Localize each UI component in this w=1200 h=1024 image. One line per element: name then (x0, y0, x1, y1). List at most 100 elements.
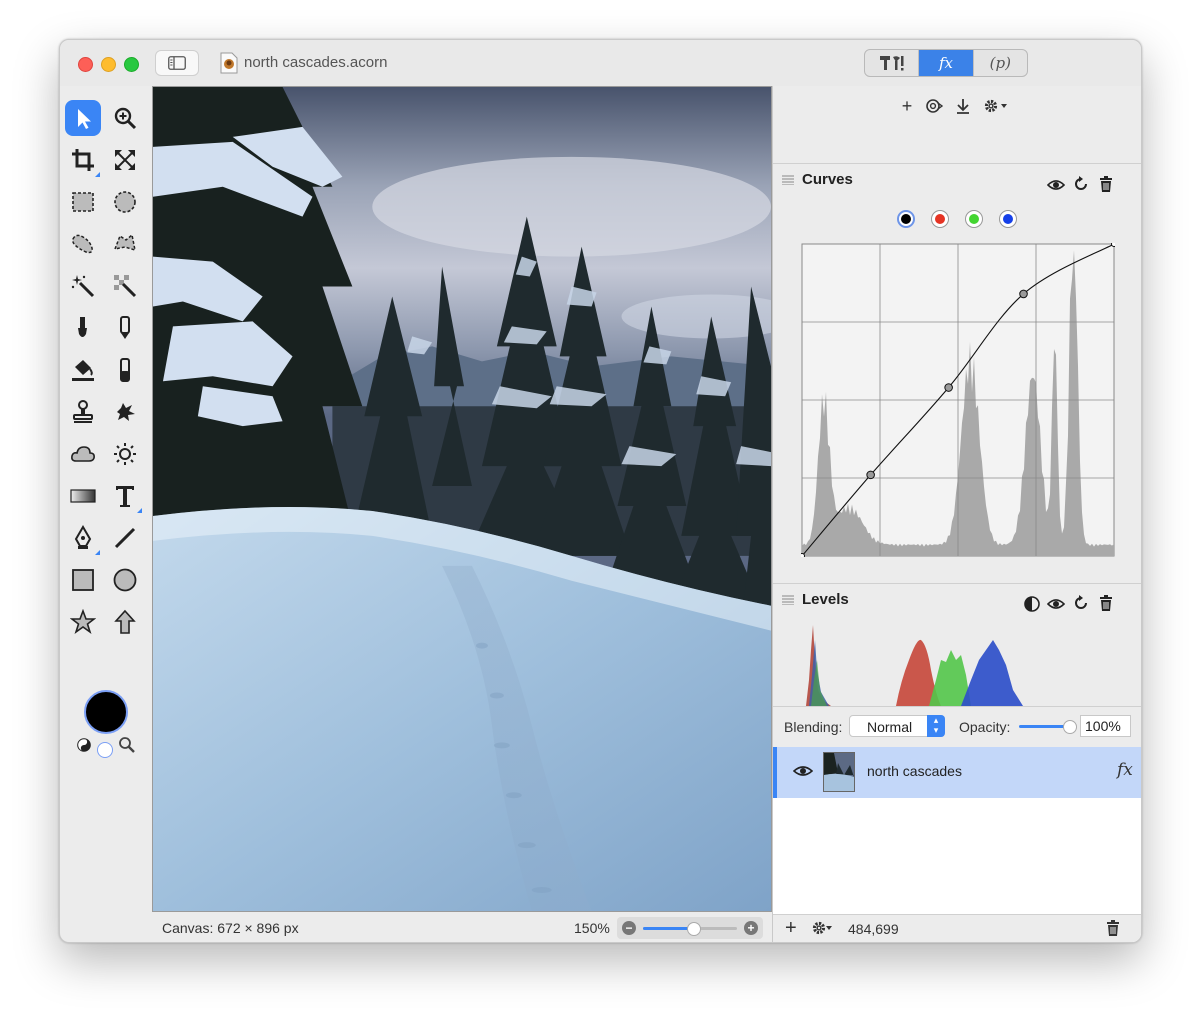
cloud-icon (71, 446, 95, 462)
transform-tool[interactable] (107, 142, 143, 178)
arrow-tool[interactable] (107, 604, 143, 640)
polygon-lasso-icon (113, 233, 136, 252)
smudge-tool[interactable] (107, 394, 143, 430)
gear-dropdown-icon[interactable] (811, 919, 833, 937)
minimize-button[interactable] (101, 57, 116, 72)
rectangle-tool[interactable] (65, 562, 101, 598)
reset-icon[interactable] (1072, 175, 1090, 193)
app-window: north cascades.acorn fx (p) Canvas: 672 … (59, 39, 1142, 943)
dashed-rect-icon (72, 192, 94, 212)
lasso-icon (72, 234, 93, 254)
opacity-label: Opacity: (959, 719, 1011, 735)
pen-nib-icon (74, 525, 92, 549)
zoom-in-icon[interactable]: + (744, 921, 758, 935)
trash-icon[interactable] (1097, 175, 1115, 193)
polygon-lasso-tool[interactable] (107, 226, 143, 262)
download-icon[interactable] (953, 96, 973, 116)
add-layer-button[interactable]: + (785, 917, 797, 940)
channel-green-button[interactable] (965, 210, 983, 228)
splatter-icon (117, 403, 135, 421)
crop-icon (72, 149, 94, 171)
magic-wand-tool[interactable] (65, 268, 101, 304)
opacity-slider-knob[interactable] (1063, 720, 1077, 734)
curve-control-point[interactable] (1019, 289, 1028, 299)
eraser-icon (120, 358, 130, 382)
curve-control-point[interactable] (866, 470, 875, 480)
layer-fx-badge[interactable]: fx (1117, 760, 1133, 780)
drag-handle-icon[interactable] (782, 595, 794, 605)
shape-tool[interactable] (65, 436, 101, 472)
channel-red-button[interactable] (931, 210, 949, 228)
clone-tool[interactable] (65, 394, 101, 430)
image-canvas[interactable] (152, 86, 772, 912)
opacity-slider[interactable] (1019, 725, 1069, 728)
checker-wand-icon (114, 275, 137, 298)
pencil-tool[interactable] (107, 310, 143, 346)
pen-tool[interactable] (65, 520, 101, 556)
zoom-button[interactable] (124, 57, 139, 72)
brush-icon (78, 317, 87, 337)
paint-bucket-icon (72, 360, 94, 381)
rect-select-tool[interactable] (65, 184, 101, 220)
trash-icon[interactable] (1106, 920, 1120, 936)
magic-wand-icon (71, 275, 95, 298)
contrast-icon[interactable] (1023, 595, 1041, 613)
gear-dropdown-icon[interactable] (981, 96, 1011, 116)
brush-tool[interactable] (65, 310, 101, 346)
layers-footer: + 484,699 (773, 914, 1141, 942)
star-tool[interactable] (65, 604, 101, 640)
move-tool[interactable] (65, 100, 101, 136)
ellipse-select-tool[interactable] (107, 184, 143, 220)
lasso-tool[interactable] (65, 226, 101, 262)
circle-icon (113, 568, 137, 592)
instant-alpha-tool[interactable] (107, 268, 143, 304)
zoom-out-icon[interactable]: − (622, 921, 636, 935)
crop-tool[interactable] (65, 142, 101, 178)
zoom-slider[interactable] (643, 922, 737, 936)
gradient-tool[interactable] (65, 478, 101, 514)
layer-row[interactable]: north cascades fx (773, 747, 1141, 798)
curve-control-point[interactable] (944, 383, 953, 392)
tab-tools[interactable] (865, 50, 920, 76)
plus-icon[interactable]: + (897, 96, 917, 116)
opacity-field[interactable]: 100% (1080, 715, 1131, 737)
curves-graph[interactable] (801, 243, 1115, 557)
toolbox (60, 86, 152, 916)
paint-bucket-tool[interactable] (65, 352, 101, 388)
zoom-tool[interactable] (107, 100, 143, 136)
levels-histogram[interactable] (801, 620, 1041, 706)
eye-icon[interactable] (1047, 595, 1065, 613)
tab-filters[interactable]: fx (919, 50, 974, 76)
reset-icon[interactable] (1072, 594, 1090, 612)
curve-control-point[interactable] (801, 553, 805, 558)
foreground-color-well[interactable] (84, 690, 128, 734)
drag-handle-icon[interactable] (782, 175, 794, 185)
gradient-icon (70, 489, 96, 503)
filter-icon[interactable] (924, 96, 944, 116)
mode-segmented-control[interactable]: fx (p) (864, 49, 1028, 77)
trash-icon[interactable] (1097, 594, 1115, 612)
square-icon (72, 569, 94, 591)
tab-properties[interactable]: (p) (974, 50, 1027, 76)
dodge-tool[interactable] (107, 436, 143, 472)
line-tool[interactable] (107, 520, 143, 556)
close-button[interactable] (78, 57, 93, 72)
swap-colors-icon[interactable] (77, 738, 91, 752)
magnifier-plus-icon (114, 107, 137, 130)
eye-icon[interactable] (793, 764, 813, 778)
background-color-well[interactable] (97, 742, 113, 758)
oval-tool[interactable] (107, 562, 143, 598)
eye-icon[interactable] (1047, 176, 1065, 194)
canvas-size-label: Canvas: 672 × 896 px (162, 920, 299, 936)
zoom-slider-knob[interactable] (686, 922, 701, 936)
eraser-tool[interactable] (107, 352, 143, 388)
loupe-icon[interactable] (118, 736, 136, 754)
sidebar-toggle-button[interactable] (155, 50, 199, 76)
channel-rgb-button[interactable] (897, 210, 915, 228)
layer-thumbnail (823, 752, 855, 792)
blending-select[interactable]: Normal ▴ ▾ (849, 715, 945, 737)
text-tool[interactable] (107, 478, 143, 514)
curve-control-point[interactable] (1111, 243, 1116, 247)
zoom-level: 150% (574, 920, 610, 936)
channel-blue-button[interactable] (999, 210, 1017, 228)
